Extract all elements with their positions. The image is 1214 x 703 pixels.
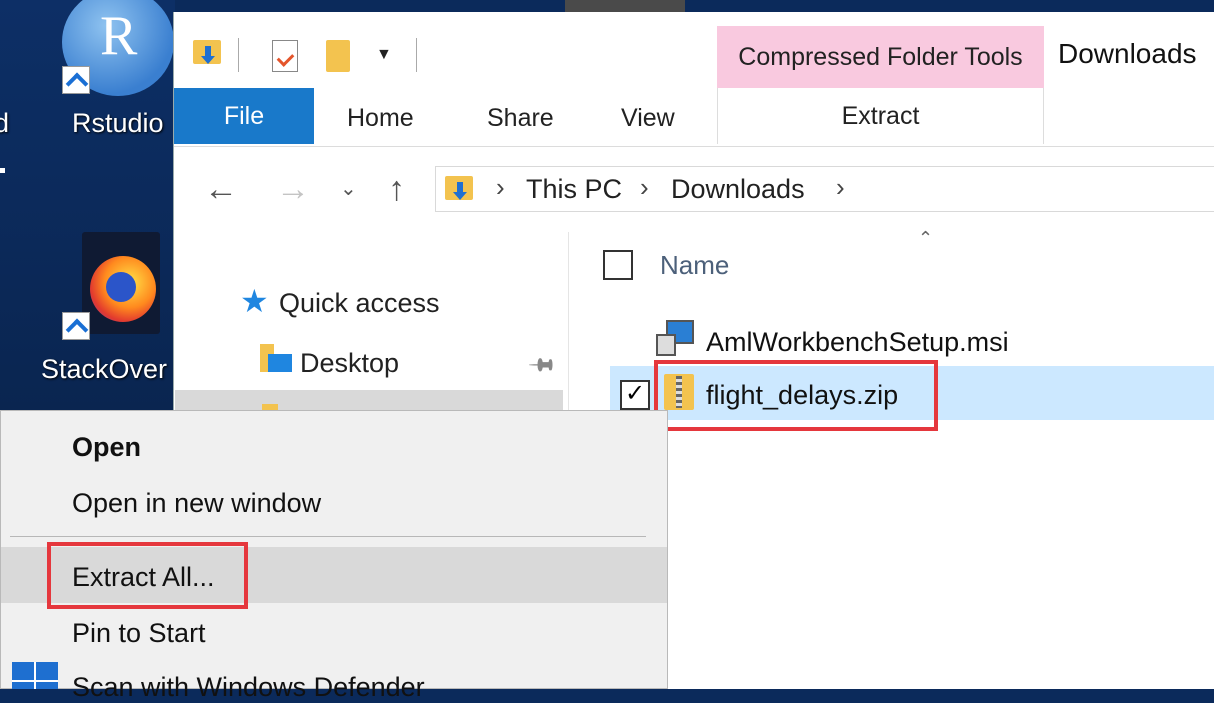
- desktop-icon-label[interactable]: Rstudio: [72, 108, 164, 139]
- firefox-globe: [106, 272, 136, 302]
- customize-toolbar-dropdown-icon[interactable]: ▼: [376, 46, 392, 64]
- windows-defender-icon: [12, 662, 58, 689]
- menu-item-open-new-window[interactable]: Open in new window: [72, 488, 321, 519]
- menu-separator: [10, 536, 646, 537]
- breadcrumb-this-pc[interactable]: This PC: [526, 174, 622, 205]
- desktop-icon-label[interactable]: StackOver: [41, 354, 167, 385]
- breadcrumb-chevron-icon[interactable]: ›: [836, 172, 845, 203]
- forward-button[interactable]: →: [276, 170, 310, 209]
- properties-icon[interactable]: [272, 40, 298, 72]
- tab-share[interactable]: Share: [487, 104, 554, 133]
- menu-item-scan-defender[interactable]: Scan with Windows Defender: [72, 672, 425, 703]
- highlight-box: [47, 542, 248, 609]
- downloads-folder-icon: [445, 172, 475, 204]
- column-header-name[interactable]: Name: [660, 250, 729, 281]
- desktop-folder-icon: [260, 344, 292, 374]
- nav-item-selected-background[interactable]: [175, 390, 563, 410]
- tab-home[interactable]: Home: [347, 104, 414, 133]
- rstudio-letter: R: [100, 5, 138, 67]
- nav-item-desktop[interactable]: Desktop: [300, 348, 399, 379]
- file-name[interactable]: AmlWorkbenchSetup.msi: [706, 327, 1009, 358]
- tab-extract[interactable]: Extract: [717, 88, 1044, 144]
- back-button[interactable]: ←: [204, 170, 238, 209]
- file-row-checkbox[interactable]: ✓: [620, 380, 650, 410]
- select-all-checkbox[interactable]: [603, 250, 633, 280]
- tab-view[interactable]: View: [621, 104, 675, 133]
- shortcut-arrow-icon: [62, 312, 90, 340]
- new-folder-icon[interactable]: [326, 40, 350, 72]
- star-icon: ★: [240, 283, 269, 319]
- msi-installer-icon: [656, 320, 696, 358]
- desktop-edge-text: d: [0, 108, 10, 138]
- toolbar-separator: [416, 38, 417, 72]
- sort-ascending-icon[interactable]: ⌃: [918, 228, 933, 249]
- recent-locations-chevron-icon[interactable]: ⌄: [340, 176, 357, 201]
- desktop-edge-dot: [0, 168, 5, 173]
- menu-item-pin-to-start[interactable]: Pin to Start: [72, 618, 206, 649]
- breadcrumb-chevron-icon[interactable]: ›: [496, 172, 505, 203]
- toolbar-separator: [238, 38, 239, 72]
- tab-file[interactable]: File: [174, 88, 314, 144]
- shortcut-arrow-icon: [62, 66, 90, 94]
- breadcrumb-downloads[interactable]: Downloads: [671, 174, 805, 205]
- up-button[interactable]: ↑: [388, 170, 405, 209]
- ribbon-divider: [174, 146, 1214, 147]
- downloads-folder-icon[interactable]: [193, 36, 223, 68]
- compressed-folder-tools-header: Compressed Folder Tools: [717, 26, 1044, 88]
- nav-item-quick-access[interactable]: Quick access: [279, 288, 440, 319]
- breadcrumb-chevron-icon[interactable]: ›: [640, 172, 649, 203]
- menu-item-open[interactable]: Open: [72, 432, 141, 463]
- window-title: Downloads: [1058, 38, 1197, 69]
- highlight-box: [654, 360, 938, 431]
